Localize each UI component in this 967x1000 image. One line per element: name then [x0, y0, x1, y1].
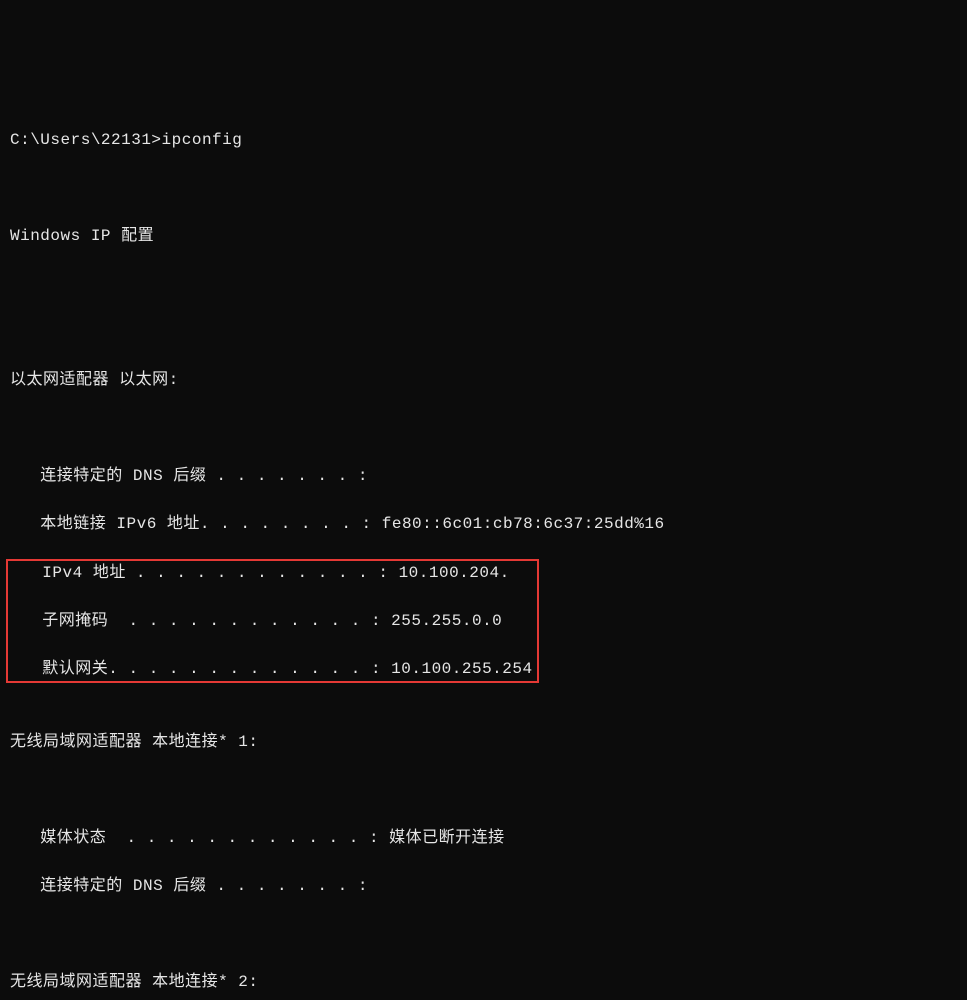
prompt-line: C:\Users\22131>ipconfig — [10, 128, 957, 152]
blank-line — [10, 272, 957, 296]
subnet-label: 子网掩码 . . . . . . . . . . . . : — [12, 612, 391, 630]
ethernet-adapter-title: 以太网适配器 以太网: — [10, 368, 957, 392]
blank-line — [10, 320, 957, 344]
ipv6-label: 本地链接 IPv6 地址. . . . . . . . : — [10, 515, 382, 533]
gateway-line: 默认网关. . . . . . . . . . . . . : 10.100.2… — [12, 657, 533, 681]
blank-line — [10, 682, 957, 706]
ipv4-label: IPv4 地址 . . . . . . . . . . . . : — [12, 564, 399, 582]
media-state-label: 媒体状态 . . . . . . . . . . . . : — [10, 829, 389, 847]
terminal-output: C:\Users\22131>ipconfig Windows IP 配置 以太… — [10, 104, 957, 1000]
highlighted-network-info: IPv4 地址 . . . . . . . . . . . . : 10.100… — [6, 559, 539, 683]
prompt-path: C:\Users\22131> — [10, 131, 162, 149]
ipconfig-header: Windows IP 配置 — [10, 224, 957, 248]
ipv4-line: IPv4 地址 . . . . . . . . . . . . : 10.100… — [12, 561, 533, 585]
wlan1-dns-suffix: 连接特定的 DNS 后缀 . . . . . . . : — [10, 874, 957, 898]
subnet-value: 255.255.0.0 — [391, 612, 502, 630]
wlan1-media-line: 媒体状态 . . . . . . . . . . . . : 媒体已断开连接 — [10, 826, 957, 850]
blank-line — [10, 778, 957, 802]
subnet-line: 子网掩码 . . . . . . . . . . . . : 255.255.0… — [12, 609, 533, 633]
gateway-value: 10.100.255.254 — [391, 660, 532, 678]
dns-suffix-line: 连接特定的 DNS 后缀 . . . . . . . : — [10, 464, 957, 488]
blank-line — [10, 922, 957, 946]
command-text: ipconfig — [162, 131, 243, 149]
blank-line — [10, 176, 957, 200]
wlan2-adapter-title: 无线局域网适配器 本地连接* 2: — [10, 970, 957, 994]
ipv6-value: fe80::6c01:cb78:6c37:25dd%16 — [382, 515, 665, 533]
wlan1-adapter-title: 无线局域网适配器 本地连接* 1: — [10, 730, 957, 754]
ipv6-line: 本地链接 IPv6 地址. . . . . . . . : fe80::6c01… — [10, 512, 957, 536]
media-state-value: 媒体已断开连接 — [389, 829, 505, 847]
blank-line — [10, 416, 957, 440]
gateway-label: 默认网关. . . . . . . . . . . . . : — [12, 660, 391, 678]
ipv4-value: 10.100.204. — [399, 564, 510, 582]
